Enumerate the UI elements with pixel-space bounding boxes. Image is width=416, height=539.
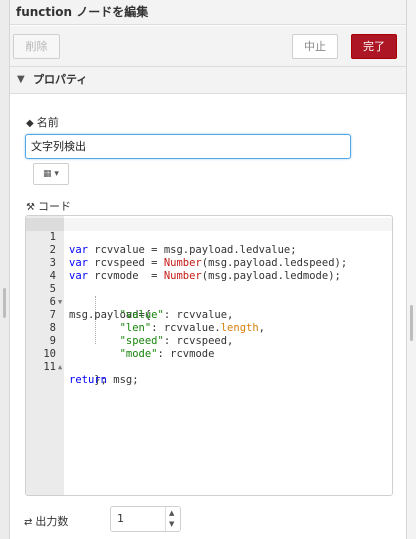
- line-number: 11: [43, 361, 56, 373]
- scroll-grip[interactable]: [410, 305, 413, 341]
- outputs-spinner[interactable]: 1 ▲ ▼: [110, 506, 181, 532]
- code-label-text: コード: [37, 200, 71, 213]
- tray-title: function ノードを編集: [10, 0, 406, 25]
- code-label: ⚒ コード: [26, 198, 71, 214]
- cancel-button[interactable]: 中止: [292, 34, 338, 59]
- resize-grip[interactable]: [3, 288, 6, 318]
- code-line: 5 ▼ msg.payload={: [26, 270, 392, 321]
- code-line: 8 "speed": rcvspeed,: [26, 309, 392, 347]
- chevron-down-icon: ▼: [17, 74, 25, 85]
- decrement-icon[interactable]: ▼: [169, 520, 174, 528]
- tray-toolbar: 削除 中止 完了: [10, 26, 406, 67]
- code-line: 10 ▲ };: [26, 335, 392, 386]
- code-line: 4: [26, 257, 392, 282]
- code-line: 2 var rcvspeed = Number(msg.payload.leds…: [26, 231, 392, 269]
- done-button[interactable]: 完了: [351, 34, 397, 59]
- tag-icon: ◆: [26, 118, 34, 129]
- code-line: 11 return msg;: [26, 348, 392, 386]
- left-resize-strip[interactable]: [0, 0, 10, 539]
- outputs-value[interactable]: 1: [117, 512, 124, 525]
- code-line: 7 "len": rcvvalue.length,: [26, 296, 392, 334]
- book-icon: ▦: [43, 169, 52, 179]
- code-line: 1 var rcvvalue = msg.payload.ledvalue;: [26, 218, 392, 256]
- library-button[interactable]: ▦ ▾: [33, 163, 69, 185]
- code-line: 3 var rcvmode = Number(msg.payload.ledmo…: [26, 244, 392, 282]
- shuffle-icon: ⇄: [24, 517, 33, 528]
- code-editor[interactable]: 1 var rcvvalue = msg.payload.ledvalue; 2…: [25, 215, 393, 496]
- code-line: 9 "mode": rcvmode: [26, 322, 392, 360]
- properties-section-header[interactable]: ▼ プロパティ: [10, 67, 406, 94]
- name-input[interactable]: 文字列検出: [25, 134, 351, 159]
- right-scrollbar[interactable]: [406, 0, 416, 539]
- increment-icon[interactable]: ▲: [169, 509, 174, 517]
- fold-arrow-icon[interactable]: ▲: [58, 361, 62, 374]
- wrench-icon: ⚒: [26, 202, 35, 213]
- outputs-label: ⇄ 出力数: [24, 513, 68, 529]
- caret-down-icon: ▾: [54, 169, 59, 179]
- name-label-text: 名前: [36, 116, 59, 129]
- name-label: ◆ 名前: [26, 114, 59, 130]
- outputs-label-text: 出力数: [35, 515, 69, 528]
- code-line: 6 "value": rcvvalue,: [26, 283, 392, 321]
- code-text: return msg;: [69, 374, 139, 386]
- spinner-arrows[interactable]: ▲ ▼: [165, 507, 180, 531]
- properties-header-label: プロパティ: [33, 73, 88, 86]
- delete-button[interactable]: 削除: [13, 34, 60, 59]
